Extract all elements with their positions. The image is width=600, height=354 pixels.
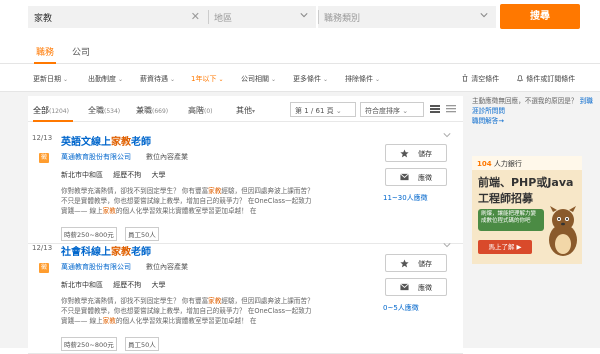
category-placeholder: 職務類別 bbox=[324, 14, 361, 24]
filter-work-schedule[interactable]: 出勤制度 ⌄ bbox=[88, 74, 123, 84]
ad-banner[interactable]: 104 人力銀行 前端、PHP或Java 工程師招募 刷爆，讓能把理解力變成數位… bbox=[472, 156, 582, 264]
job-experience: 經歷不拘 bbox=[113, 281, 142, 289]
page-select[interactable]: 第 1 / 61 頁 ⌄ bbox=[290, 102, 356, 117]
subtab-all[interactable]: 全部(1204) bbox=[33, 105, 69, 116]
filter-bar: 更新日期 ⌄ 出勤制度 ⌄ 薪資待遇 ⌄ 1年以下 ⌄ 公司相關 ⌄ 更多條件 ⌄ 排除條件… bbox=[0, 64, 600, 92]
compact-view-icon[interactable] bbox=[446, 104, 456, 114]
job-experience: 經歷不拘 bbox=[113, 171, 142, 179]
filter-company[interactable]: 公司相關 ⌄ bbox=[241, 74, 276, 84]
subtab-senior[interactable]: 高階(0) bbox=[188, 105, 213, 116]
job-description: 你對教學充滿熱情，卻找不到固定學生？ 你有豐富家教經驗，但因四處奔波上課而苦？不… bbox=[61, 187, 314, 215]
filter-update-date[interactable]: 更新日期 ⌄ bbox=[33, 74, 68, 84]
industry-link[interactable]: 數位內容產業 bbox=[146, 262, 188, 272]
keyword-input[interactable]: 家教 ✕ bbox=[28, 6, 208, 28]
salary-tag: 時薪250~800元 bbox=[61, 337, 117, 351]
company-link[interactable]: 萬通教育股份有限公司 bbox=[61, 262, 131, 272]
job-date: 12/13 bbox=[32, 134, 53, 142]
applicant-count[interactable]: 11~30人應徵 bbox=[383, 193, 428, 203]
filter-salary[interactable]: 薪資待遇 ⌄ bbox=[140, 74, 175, 84]
apply-button[interactable]: 應徵 bbox=[385, 278, 447, 296]
active-subtab-indicator bbox=[33, 120, 73, 122]
divider bbox=[318, 10, 319, 24]
job-education: 大學 bbox=[151, 281, 166, 289]
search-button[interactable]: 搜尋 bbox=[500, 4, 580, 29]
bell-icon bbox=[516, 75, 524, 82]
search-bar: 家教 ✕ 地區 職務類別 搜尋 bbox=[0, 0, 600, 36]
ad-headline: 前端、PHP或Java bbox=[478, 176, 574, 189]
job-title-link[interactable]: 社會科線上家教老師 bbox=[61, 243, 151, 258]
category-select[interactable]: 職務類別 bbox=[318, 6, 496, 28]
tab-companies[interactable]: 公司 bbox=[72, 45, 90, 58]
area-select[interactable]: 地區 bbox=[208, 6, 316, 28]
subtab-parttime[interactable]: 兼職(669) bbox=[136, 105, 168, 116]
job-meta: 新北市中和區 經歷不拘 大學 bbox=[61, 170, 173, 180]
job-location: 新北市中和區 bbox=[61, 281, 103, 289]
job-qa-link[interactable]: 職問解答→ bbox=[472, 117, 504, 125]
clear-filters-button[interactable]: 清空條件 bbox=[461, 74, 499, 84]
mascot-illustration bbox=[549, 206, 577, 256]
job-location: 新北市中和區 bbox=[61, 171, 103, 179]
job-card: 12/13 社會科線上家教老師 徵 萬通教育股份有限公司 數位內容產業 新北市中… bbox=[28, 236, 463, 354]
divider bbox=[208, 10, 209, 24]
tab-jobs[interactable]: 職務 bbox=[36, 45, 54, 58]
ad-cta-button[interactable]: 馬上了解 ▶ bbox=[478, 240, 532, 254]
subtab-other[interactable]: 其他▾ bbox=[236, 105, 255, 116]
chevron-down-icon bbox=[480, 13, 488, 18]
sort-select[interactable]: 符合度排序 ⌄ bbox=[360, 102, 424, 117]
ad-headline: 工程師招募 bbox=[478, 192, 533, 205]
job-type-tabs: 全部(1204) 全職(534) 兼職(669) 高階(0) 其他▾ 第 1 /… bbox=[28, 96, 463, 122]
list-view-icon[interactable] bbox=[430, 104, 440, 114]
hiring-badge: 徵 bbox=[39, 153, 49, 163]
notice-text: 主動應徵無回應，不選我的原因是？ 到職涯診所問問 職問解答→ bbox=[472, 97, 593, 125]
job-results: 全部(1204) 全職(534) 兼職(669) 高階(0) 其他▾ 第 1 /… bbox=[28, 96, 463, 354]
job-education: 大學 bbox=[151, 171, 166, 179]
filter-more[interactable]: 更多條件 ⌄ bbox=[293, 74, 328, 84]
apply-button[interactable]: 應徵 bbox=[385, 168, 447, 186]
filter-experience[interactable]: 1年以下 ⌄ bbox=[191, 74, 224, 84]
keyword-value[interactable]: 家教 bbox=[34, 11, 52, 24]
job-date: 12/13 bbox=[32, 244, 53, 252]
company-link[interactable]: 萬通教育股份有限公司 bbox=[61, 152, 131, 162]
hiring-badge: 徵 bbox=[39, 263, 49, 273]
save-button[interactable]: 儲存 bbox=[385, 144, 447, 162]
trash-icon bbox=[462, 74, 468, 82]
filter-exclude[interactable]: 排除條件 ⌄ bbox=[345, 74, 380, 84]
save-button[interactable]: 儲存 bbox=[385, 254, 447, 272]
area-placeholder: 地區 bbox=[214, 14, 233, 24]
ad-blurb: 刷爆，讓能把理解力變成數位程式碼的你吧 bbox=[478, 209, 544, 231]
subscribe-filters-button[interactable]: 條件或訂閱條件 bbox=[516, 74, 575, 84]
ad-brand: 104 人力銀行 bbox=[472, 156, 582, 170]
chevron-down-icon bbox=[300, 13, 308, 18]
chevron-down-icon[interactable] bbox=[443, 131, 451, 139]
star-icon bbox=[400, 149, 409, 158]
subtab-fulltime[interactable]: 全職(534) bbox=[88, 105, 120, 116]
job-meta: 新北市中和區 經歷不拘 大學 bbox=[61, 280, 173, 290]
job-description: 你對教學充滿熱情，卻找不到固定學生？ 你有豐富家教經驗，但因四處奔波上課而苦？不… bbox=[61, 297, 314, 325]
mail-icon bbox=[400, 283, 409, 291]
mail-icon bbox=[400, 173, 409, 181]
chevron-down-icon[interactable] bbox=[443, 241, 451, 249]
industry-link[interactable]: 數位內容產業 bbox=[146, 152, 188, 162]
job-card: 12/13 英語文線上家教老師 徵 萬通教育股份有限公司 數位內容產業 新北市中… bbox=[28, 126, 463, 244]
employee-count-tag: 員工50人 bbox=[125, 337, 159, 351]
result-type-tabs: 職務 公司 bbox=[0, 36, 600, 64]
clear-icon[interactable]: ✕ bbox=[191, 10, 200, 23]
job-title-link[interactable]: 英語文線上家教老師 bbox=[61, 133, 151, 148]
star-icon bbox=[400, 259, 409, 268]
applicant-count[interactable]: 0~5人應徵 bbox=[383, 303, 419, 313]
